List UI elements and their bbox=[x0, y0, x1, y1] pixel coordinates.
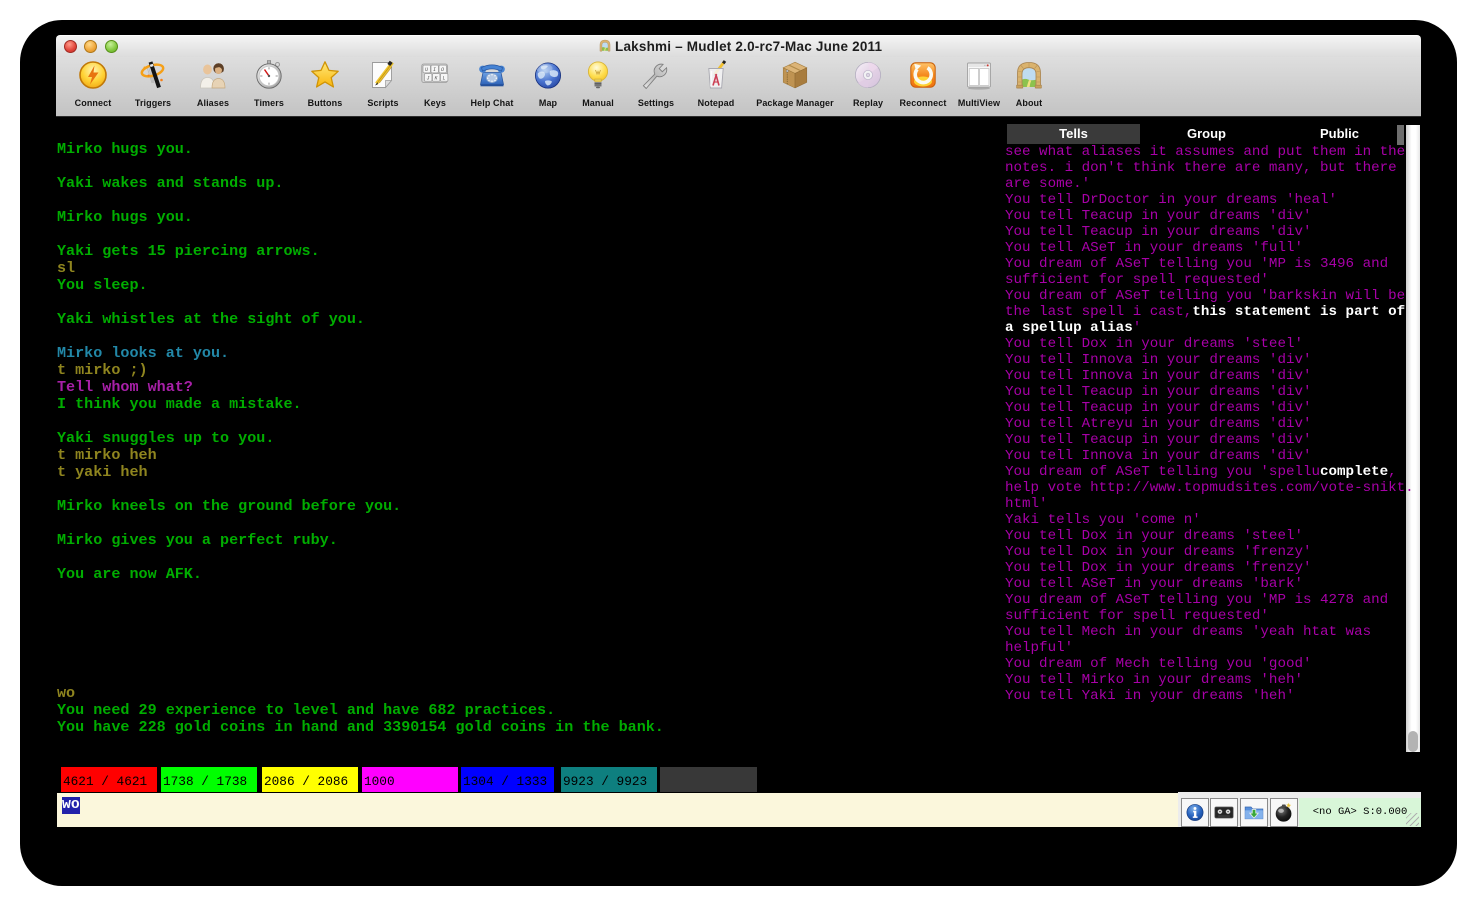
svg-text:O: O bbox=[441, 67, 444, 73]
svg-text:I: I bbox=[433, 67, 436, 73]
svg-text:J: J bbox=[427, 75, 430, 81]
svg-text:L: L bbox=[443, 75, 446, 81]
